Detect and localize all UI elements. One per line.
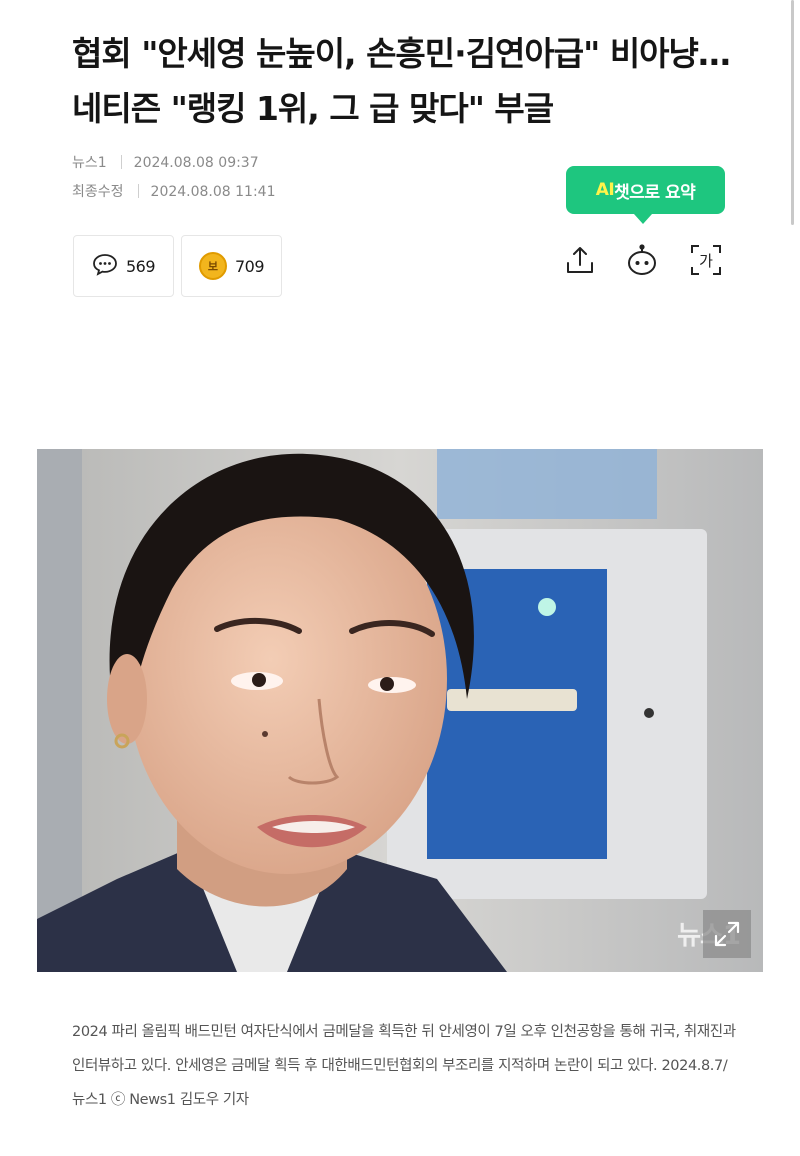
article-photo[interactable] bbox=[37, 449, 763, 972]
svg-text:가: 가 bbox=[699, 252, 713, 270]
expand-photo-button[interactable] bbox=[703, 910, 751, 958]
ai-bot-icon[interactable] bbox=[625, 243, 659, 277]
ai-summary-button[interactable]: AI 챗으로 요약 bbox=[566, 166, 725, 224]
article-headline: 협회 "안세영 눈높이, 손흥민·김연아급" 비아냥…네티즌 "랭킹 1위, 그… bbox=[72, 34, 731, 128]
expand-icon bbox=[714, 921, 740, 947]
comment-icon bbox=[92, 252, 118, 280]
meta-modified: 최종수정 2024.08.08 11:41 bbox=[72, 181, 276, 201]
meta-published: 뉴스1 2024.08.08 09:37 bbox=[72, 152, 259, 172]
divider bbox=[137, 184, 139, 198]
modified-date: 2024.08.08 11:41 bbox=[150, 184, 276, 200]
source-name[interactable]: 뉴스1 bbox=[72, 152, 107, 172]
share-icon[interactable] bbox=[563, 243, 597, 277]
ai-label: AI bbox=[595, 180, 615, 200]
published-date: 2024.08.08 09:37 bbox=[133, 155, 259, 171]
page-scrollbar[interactable] bbox=[791, 0, 794, 225]
coin-icon: 보 bbox=[198, 252, 227, 280]
comment-count: 569 bbox=[125, 256, 156, 276]
ai-summary-label: 챗으로 요약 bbox=[614, 182, 696, 203]
coin-button[interactable]: 보 709 bbox=[181, 235, 282, 297]
divider bbox=[120, 155, 122, 169]
comments-button[interactable]: 569 bbox=[73, 235, 174, 297]
coin-count: 709 bbox=[234, 256, 265, 276]
modified-label: 최종수정 bbox=[72, 184, 124, 200]
font-size-icon[interactable]: 가 bbox=[689, 243, 723, 277]
photo-caption: 2024 파리 올림픽 배드민턴 여자단식에서 금메달을 획득한 뒤 안세영이 … bbox=[72, 1024, 736, 1108]
